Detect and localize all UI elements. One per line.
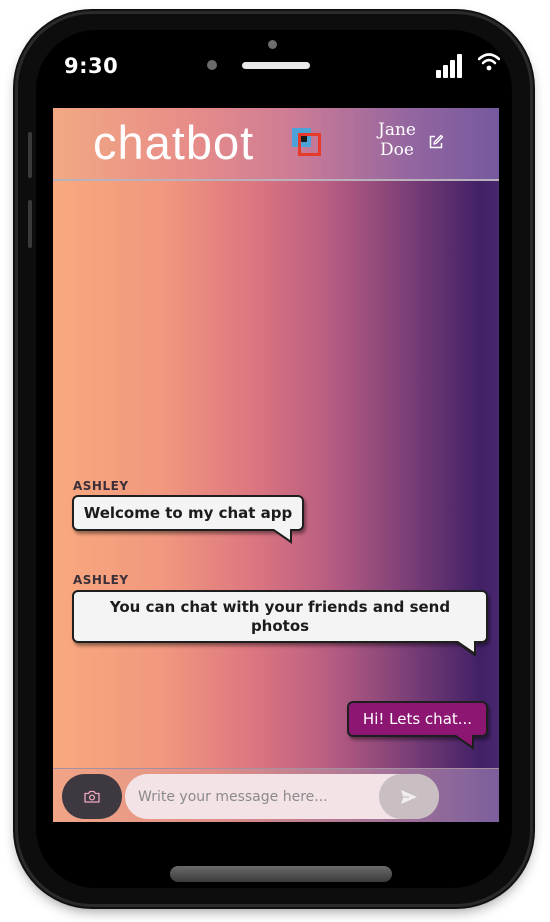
- camera-button[interactable]: [62, 774, 122, 819]
- camera-icon: [84, 790, 100, 803]
- proximity-sensor: [207, 60, 217, 70]
- earpiece-speaker: [242, 62, 310, 69]
- message-bubble-received: Welcome to my chat app: [72, 495, 304, 544]
- send-icon: [401, 789, 417, 804]
- message-bubble-received: You can chat with your friends and send …: [72, 590, 488, 657]
- message-text: You can chat with your friends and send …: [109, 598, 451, 635]
- status-time: 9:30: [64, 54, 119, 78]
- message-sender: ASHLEY: [73, 573, 129, 587]
- message-text: Hi! Lets chat...: [362, 710, 473, 728]
- app-logo: chatbot: [93, 116, 255, 169]
- message-sender: ASHLEY: [73, 479, 129, 493]
- send-button[interactable]: [379, 774, 439, 819]
- app-screen: chatbot Jane Doe ASHLEY Welcome to my ch…: [53, 108, 499, 822]
- message-text: Welcome to my chat app: [83, 504, 293, 522]
- message-composer: [53, 768, 499, 822]
- user-name[interactable]: Jane Doe: [369, 120, 425, 160]
- wifi-icon: [478, 53, 500, 71]
- volume-up-button: [28, 132, 32, 178]
- front-camera: [268, 40, 277, 49]
- app-header: chatbot Jane Doe: [53, 108, 499, 181]
- logo-mark-icon: [292, 128, 322, 156]
- message-bubble-sent: Hi! Lets chat...: [347, 701, 488, 750]
- edit-icon[interactable]: [428, 134, 444, 150]
- home-indicator[interactable]: [170, 866, 392, 882]
- user-last-name: Doe: [380, 140, 414, 160]
- signal-icon: [436, 54, 462, 78]
- volume-down-button: [28, 200, 32, 248]
- user-first-name: Jane: [378, 120, 416, 140]
